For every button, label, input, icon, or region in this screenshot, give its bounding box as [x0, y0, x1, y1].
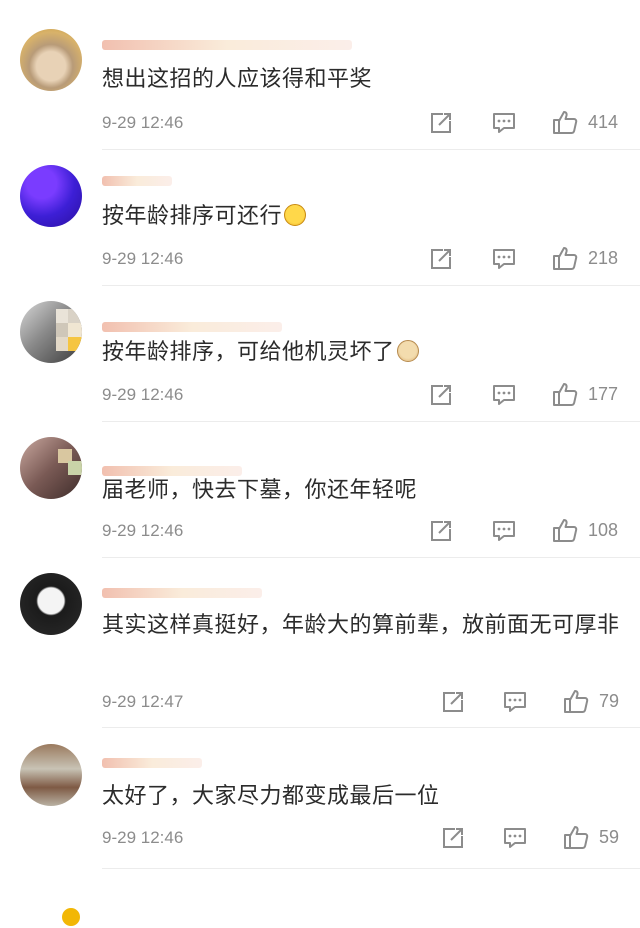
comment-icon[interactable] [490, 517, 518, 545]
username-blurred[interactable] [102, 322, 282, 332]
share-icon[interactable] [427, 517, 455, 545]
avatar[interactable] [20, 301, 82, 363]
avatar[interactable] [20, 29, 82, 91]
thumbs-up-icon[interactable] [562, 823, 590, 851]
like-count: 59 [599, 827, 620, 847]
comment-text: 其实这样真挺好，年龄大的算前辈，放前面无可厚非 [102, 613, 620, 638]
share-icon[interactable] [439, 688, 467, 716]
username-blurred[interactable] [102, 40, 352, 50]
comment-text: 太好了，大家尽力都变成最后一位 [102, 784, 440, 809]
doge-emoji [396, 340, 419, 362]
comment-time: 9-29 12:46 [102, 521, 184, 540]
avatar[interactable] [20, 437, 82, 499]
comment-item: 其实这样真挺好，年龄大的算前辈，放前面无可厚非 9-29 12:47 79 [0, 558, 640, 728]
verified-badge-icon [60, 906, 82, 928]
thumbs-up-icon[interactable] [551, 244, 579, 272]
comment-text: 届老师，快去下墓，你还年轻呢 [102, 478, 418, 503]
comment-time: 9-29 12:47 [102, 692, 184, 711]
laugh-emoji [284, 204, 307, 226]
comment-icon[interactable] [490, 381, 518, 409]
comment-time: 9-29 12:46 [102, 113, 184, 132]
share-icon[interactable] [439, 824, 467, 852]
comment-icon[interactable] [501, 688, 529, 716]
username-blurred[interactable] [102, 176, 172, 186]
comment-text: 按年龄排序可还行 [102, 200, 622, 234]
comment-item: 太好了，大家尽力都变成最后一位 9-29 12:46 59 [0, 728, 640, 879]
like-count: 108 [588, 520, 619, 540]
avatar[interactable] [20, 165, 82, 227]
comment-text: 按年龄排序，可给他机灵坏了 [102, 336, 622, 370]
thumbs-up-icon[interactable] [562, 687, 590, 715]
thumbs-up-icon[interactable] [551, 380, 579, 408]
comment-time: 9-29 12:46 [102, 249, 184, 268]
share-icon[interactable] [427, 381, 455, 409]
like-count: 218 [588, 248, 619, 268]
comment-item: 按年龄排序可还行 9-29 12:46 218 [0, 150, 640, 286]
username-blurred[interactable] [102, 588, 262, 598]
comment-item: 想出这招的人应该得和平奖 9-29 12:46 414 [0, 0, 640, 150]
comment-time: 9-29 12:46 [102, 385, 184, 404]
avatar[interactable] [20, 573, 82, 635]
comment-icon[interactable] [490, 245, 518, 273]
comment-text: 想出这招的人应该得和平奖 [102, 67, 373, 92]
comment-icon[interactable] [490, 109, 518, 137]
username-blurred[interactable] [102, 758, 202, 768]
comment-item: 按年龄排序，可给他机灵坏了 9-29 12:46 177 [0, 286, 640, 422]
comment-item: 届老师，快去下墓，你还年轻呢 9-29 12:46 108 [0, 422, 640, 928]
avatar[interactable] [20, 744, 82, 806]
like-count: 177 [588, 384, 619, 404]
like-count: 79 [599, 691, 620, 711]
like-count: 414 [588, 112, 619, 132]
share-icon[interactable] [427, 245, 455, 273]
thumbs-up-icon[interactable] [551, 516, 579, 544]
comment-time: 9-29 12:46 [102, 828, 184, 847]
share-icon[interactable] [427, 109, 455, 137]
divider [102, 868, 640, 869]
thumbs-up-icon[interactable] [551, 108, 579, 136]
comment-icon[interactable] [501, 824, 529, 852]
